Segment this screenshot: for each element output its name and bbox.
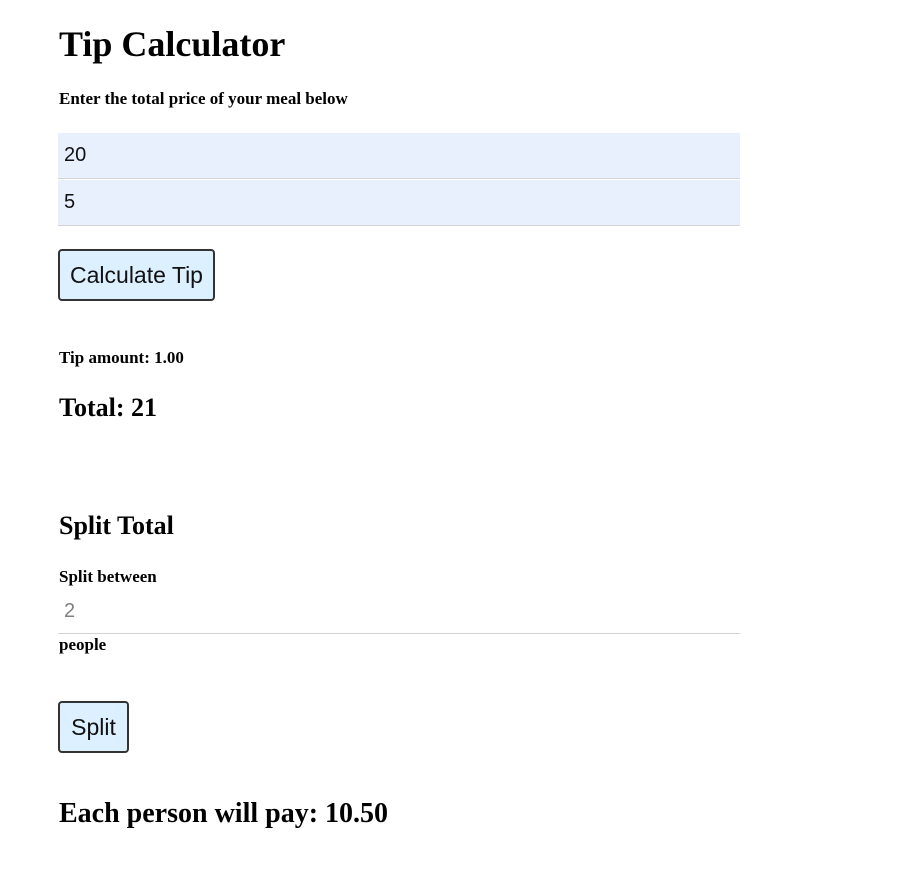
- meal-price-instruction: Enter the total price of your meal below: [59, 89, 348, 108]
- tip-percent-input[interactable]: 5: [58, 180, 740, 226]
- total-text: Total: 21: [59, 393, 157, 422]
- tip-amount-text: Tip amount: 1.00: [59, 348, 184, 367]
- split-count-input[interactable]: [58, 590, 740, 634]
- split-between-label: Split between: [59, 567, 157, 586]
- people-label: people: [59, 635, 107, 654]
- meal-price-input[interactable]: 20: [58, 133, 740, 179]
- page-title: Tip Calculator: [59, 24, 286, 64]
- split-total-heading: Split Total: [59, 511, 174, 540]
- split-button[interactable]: Split: [58, 701, 129, 753]
- each-person-pays-text: Each person will pay: 10.50: [59, 798, 389, 829]
- calculate-tip-button[interactable]: Calculate Tip: [58, 249, 215, 301]
